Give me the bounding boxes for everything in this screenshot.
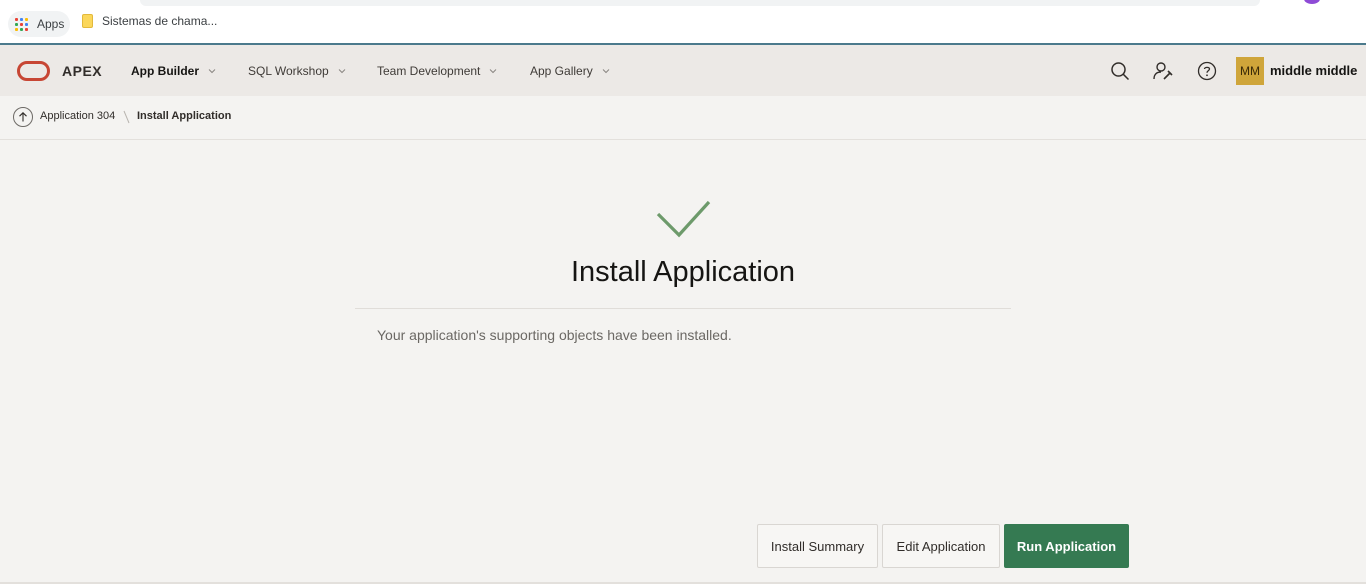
bookmarks-bar: Apps Sistemas de chama... [0,0,1366,43]
title-divider [355,308,1011,309]
chevron-down-icon [490,69,497,74]
bookmark-apps[interactable]: Apps [8,11,71,37]
help-icon [1197,61,1217,81]
edit-application-button[interactable]: Edit Application [882,524,1000,568]
breadcrumb-application[interactable]: Application 304 [40,110,115,122]
app-header: APEX App Builder SQL Workshop Team Devel… [0,43,1366,96]
nav-sql-workshop[interactable]: SQL Workshop [248,64,346,78]
search-button[interactable] [1108,59,1132,83]
breadcrumb-separator [123,110,130,124]
navigate-up-button[interactable] [13,107,33,127]
administration-icon [1153,62,1173,80]
search-icon [1111,62,1130,81]
brand-name[interactable]: APEX [62,63,102,79]
address-bar[interactable] [140,0,1260,6]
bookmark-apps-label: Apps [37,17,65,31]
breadcrumb-current: Install Application [137,110,232,122]
nav-team-development[interactable]: Team Development [377,64,497,78]
chevron-down-icon [338,69,346,74]
help-button[interactable] [1195,59,1219,83]
nav-sql-workshop-label: SQL Workshop [248,64,329,78]
chevron-down-icon [602,69,610,74]
breadcrumb: Application 304 Install Application [0,96,1366,140]
bookmark-sistemas[interactable]: Sistemas de chama... [82,14,217,28]
nav-app-gallery-label: App Gallery [530,64,593,78]
nav-app-gallery[interactable]: App Gallery [530,64,610,78]
success-message: Your application's supporting objects ha… [377,327,732,343]
page-title: Install Application [570,256,796,288]
user-name[interactable]: middle middle [1270,63,1357,78]
user-avatar[interactable]: MM [1236,57,1264,85]
install-summary-button[interactable]: Install Summary [757,524,878,568]
nav-app-builder-label: App Builder [131,64,199,78]
bookmark-page-icon [82,14,93,28]
oracle-logo-icon[interactable] [17,61,50,81]
profile-avatar[interactable] [1304,0,1320,4]
apps-grid-icon [15,17,28,31]
nav-team-development-label: Team Development [377,64,481,78]
administration-button[interactable] [1151,59,1175,83]
nav-app-builder[interactable]: App Builder [131,64,216,78]
run-application-button[interactable]: Run Application [1004,524,1129,568]
checkmark-icon [656,200,711,238]
arrow-up-icon [19,112,27,122]
bookmark-sistemas-label: Sistemas de chama... [102,14,218,28]
chevron-down-icon [208,69,216,74]
